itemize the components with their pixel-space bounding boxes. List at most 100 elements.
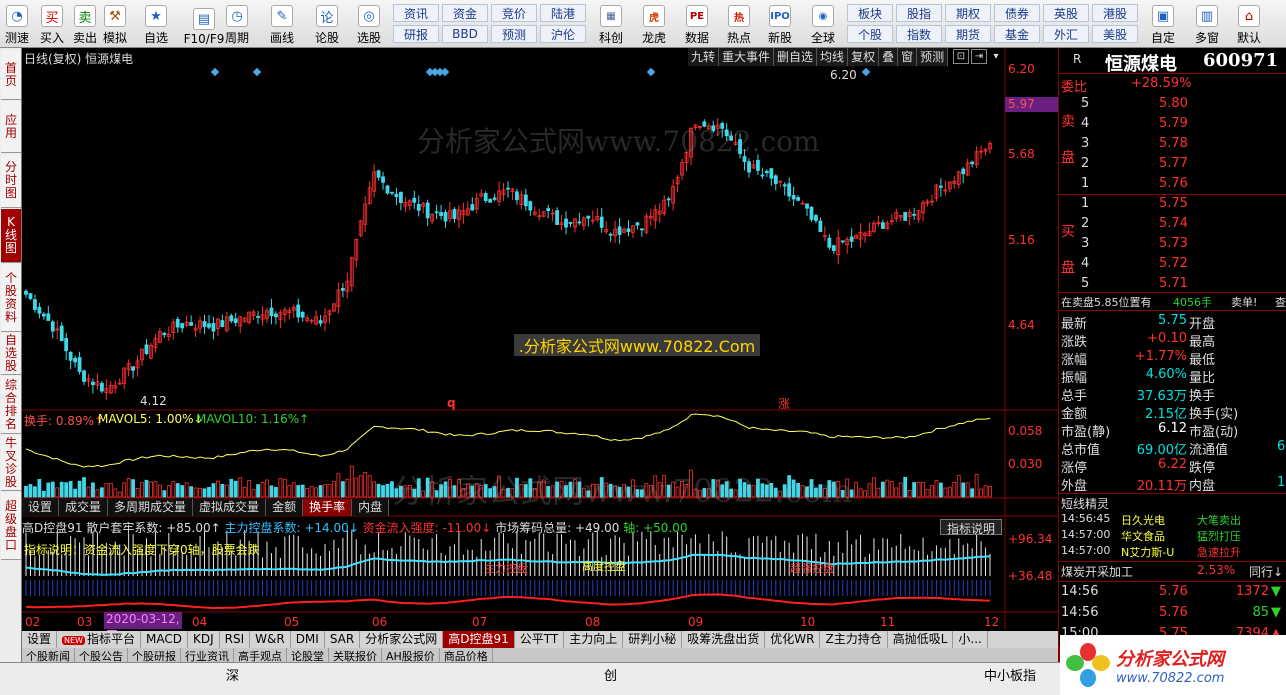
buy-level-row[interactable]: 3 5.73 <box>1059 236 1286 253</box>
left-tab-8[interactable]: 超级盘口 <box>1 492 21 560</box>
left-tab-4[interactable]: 个股资料 <box>1 264 21 332</box>
tag-button[interactable]: 外汇 <box>1043 25 1089 43</box>
indicator-tab-10[interactable]: 公平TT <box>515 631 565 648</box>
chart-header-button[interactable]: 窗 <box>898 48 918 66</box>
toolbar-button-7[interactable]: ✎ 画线 <box>267 2 297 46</box>
tag-button[interactable]: 债券 <box>994 4 1040 22</box>
status-sme-index[interactable]: 中小板指 <box>984 665 1036 684</box>
event-marker-icon[interactable] <box>210 67 220 77</box>
kline-chart-area[interactable]: 日线(复权) 恒源煤电 九转 重大事件 删自选 均线 复权叠窗预测 ⊡ ⇥ ▾ 6.20… <box>22 48 1058 642</box>
toolbar-button-mid-2[interactable]: PE 数据 <box>680 2 714 46</box>
toolbar-button-6[interactable]: ◷ 周期 <box>222 2 252 46</box>
indicator-tab-7[interactable]: SAR <box>325 631 361 648</box>
sell-level-row[interactable]: 1 5.76 <box>1059 176 1286 193</box>
volume-tab-4[interactable]: 金额 <box>266 499 304 516</box>
tag-button[interactable]: 个股 <box>847 25 893 43</box>
sell-level-row[interactable]: 5 5.80 <box>1059 96 1286 113</box>
tag-button[interactable]: 陆港 <box>540 4 586 22</box>
toolbar-button-right-2[interactable]: ⌂ 默认 <box>1232 2 1266 46</box>
chart-header-button[interactable]: 九转 <box>688 48 720 66</box>
dropdown-icon[interactable]: ▾ <box>989 49 1003 64</box>
volume-tab-0[interactable]: 设置 <box>22 499 60 516</box>
indicator-tab-1[interactable]: NEW 指标平台 <box>57 631 141 648</box>
tag-button[interactable]: 英股 <box>1043 4 1089 22</box>
status-shenzhen[interactable]: 深 <box>226 665 239 684</box>
left-tab-6[interactable]: 综合排名 <box>1 376 21 434</box>
buy-level-row[interactable]: 4 5.72 <box>1059 256 1286 273</box>
tag-button[interactable]: 股指 <box>896 4 942 22</box>
status-chinext[interactable]: 创 <box>604 665 617 684</box>
left-tab-2[interactable]: 分时图 <box>1 154 21 208</box>
left-tab-5[interactable]: 自选股 <box>1 333 21 375</box>
event-marker-icon[interactable] <box>440 67 450 77</box>
toolbar-button-mid-4[interactable]: IPO 新股 <box>763 2 797 46</box>
indicator-tab-16[interactable]: 高抛低吸L <box>888 631 954 648</box>
news-tab-7[interactable]: AH股报价 <box>382 648 440 662</box>
toolbar-button-4[interactable]: ★ 自选 <box>141 2 171 46</box>
event-marker-icon[interactable] <box>646 67 656 77</box>
indicator-tab-5[interactable]: W&R <box>250 631 291 648</box>
indicator-tab-17[interactable]: 小... <box>953 631 988 648</box>
sell-level-row[interactable]: 2 5.77 <box>1059 156 1286 173</box>
buy-level-row[interactable]: 1 5.75 <box>1059 196 1286 213</box>
tag-button[interactable]: 基金 <box>994 25 1040 43</box>
elf-row[interactable]: 14:57:00 N艾力斯-U 急速拉升 <box>1059 544 1286 561</box>
left-tab-1[interactable]: 应用 <box>1 101 21 153</box>
chart-header-button[interactable]: 预测 <box>917 48 949 66</box>
volume-tab-1[interactable]: 成交量 <box>59 499 109 516</box>
left-tab-3[interactable]: K线图 <box>1 209 21 263</box>
news-tab-8[interactable]: 商品价格 <box>440 648 493 662</box>
indicator-tab-3[interactable]: KDJ <box>188 631 220 648</box>
volume-tab-3[interactable]: 虚拟成交量 <box>193 499 267 516</box>
toolbar-button-mid-3[interactable]: 热热点 <box>722 2 756 46</box>
indicator-tab-13[interactable]: 吸筹洗盘出货 <box>682 631 766 648</box>
volume-tab-2[interactable]: 多周期成交量 <box>108 499 194 516</box>
chart-header-button[interactable]: 删自选 <box>774 48 818 66</box>
indicator-explain-button[interactable]: 指标说明 <box>940 519 1002 536</box>
event-marker-icon[interactable] <box>861 67 871 77</box>
toolbar-button-right-1[interactable]: ▥ 多窗 <box>1190 2 1224 46</box>
toolbar-button-3[interactable]: ⚒ 模拟 <box>100 2 130 46</box>
elf-row[interactable]: 14:56:45 日久光电 大笔卖出 <box>1059 512 1286 529</box>
tag-button[interactable]: 资讯 <box>393 4 439 22</box>
chart-header-button[interactable]: 复权 <box>848 48 880 66</box>
lock-icon[interactable]: ⊡ <box>953 49 969 64</box>
buy-level-row[interactable]: 5 5.71 <box>1059 276 1286 293</box>
indicator-tab-8[interactable]: 分析家公式网 <box>360 631 444 648</box>
news-tab-6[interactable]: 关联报价 <box>329 648 382 662</box>
volume-tab-5[interactable]: 换手率 <box>303 499 353 516</box>
chart-header-button[interactable]: 重大事件 <box>719 48 775 66</box>
tag-button[interactable]: 期权 <box>945 4 991 22</box>
industry-row[interactable]: 煤炭开采加工 2.53% 同行↓ <box>1059 563 1286 580</box>
toolbar-button-right-0[interactable]: ▣ 自定 <box>1146 2 1180 46</box>
indicator-tab-9[interactable]: 高D控盘91 <box>443 631 515 648</box>
pin-icon[interactable]: ⇥ <box>971 49 987 64</box>
news-tab-1[interactable]: 个股公告 <box>75 648 128 662</box>
tag-button[interactable]: 期货 <box>945 25 991 43</box>
tag-button[interactable]: BBD <box>442 25 488 43</box>
toolbar-button-9[interactable]: ◎ 选股 <box>354 2 384 46</box>
news-tab-0[interactable]: 个股新闻 <box>22 648 75 662</box>
indicator-tab-12[interactable]: 研判小秘 <box>623 631 683 648</box>
news-tab-2[interactable]: 个股研报 <box>128 648 181 662</box>
tag-button[interactable]: 美股 <box>1092 25 1138 43</box>
toolbar-button-5[interactable]: ▤ F10/F9 <box>184 2 224 46</box>
toolbar-button-8[interactable]: 论论股 <box>312 2 342 46</box>
news-tab-5[interactable]: 论股堂 <box>287 648 329 662</box>
indicator-tab-15[interactable]: Z主力持仓 <box>820 631 888 648</box>
tag-button[interactable]: 沪伦 <box>540 25 586 43</box>
toolbar-button-0[interactable]: ◔ 测速 <box>2 2 32 46</box>
tag-button[interactable]: 资金 <box>442 4 488 22</box>
tag-button[interactable]: 研报 <box>393 25 439 43</box>
volume-tab-6[interactable]: 内盘 <box>352 499 390 516</box>
sell-level-row[interactable]: 4 5.79 <box>1059 116 1286 133</box>
elf-row[interactable]: 14:57:00 华文食品 猛烈打压 <box>1059 528 1286 545</box>
tag-button[interactable]: 预测 <box>491 25 537 43</box>
buy-level-row[interactable]: 2 5.74 <box>1059 216 1286 233</box>
left-tab-7[interactable]: 牛叉诊股 <box>1 435 21 491</box>
chart-header-button[interactable]: 叠 <box>879 48 899 66</box>
tag-button[interactable]: 指数 <box>896 25 942 43</box>
chart-header-button[interactable]: 均线 <box>817 48 849 66</box>
event-marker-icon[interactable] <box>252 67 262 77</box>
left-tab-0[interactable]: 首页 <box>1 50 21 100</box>
